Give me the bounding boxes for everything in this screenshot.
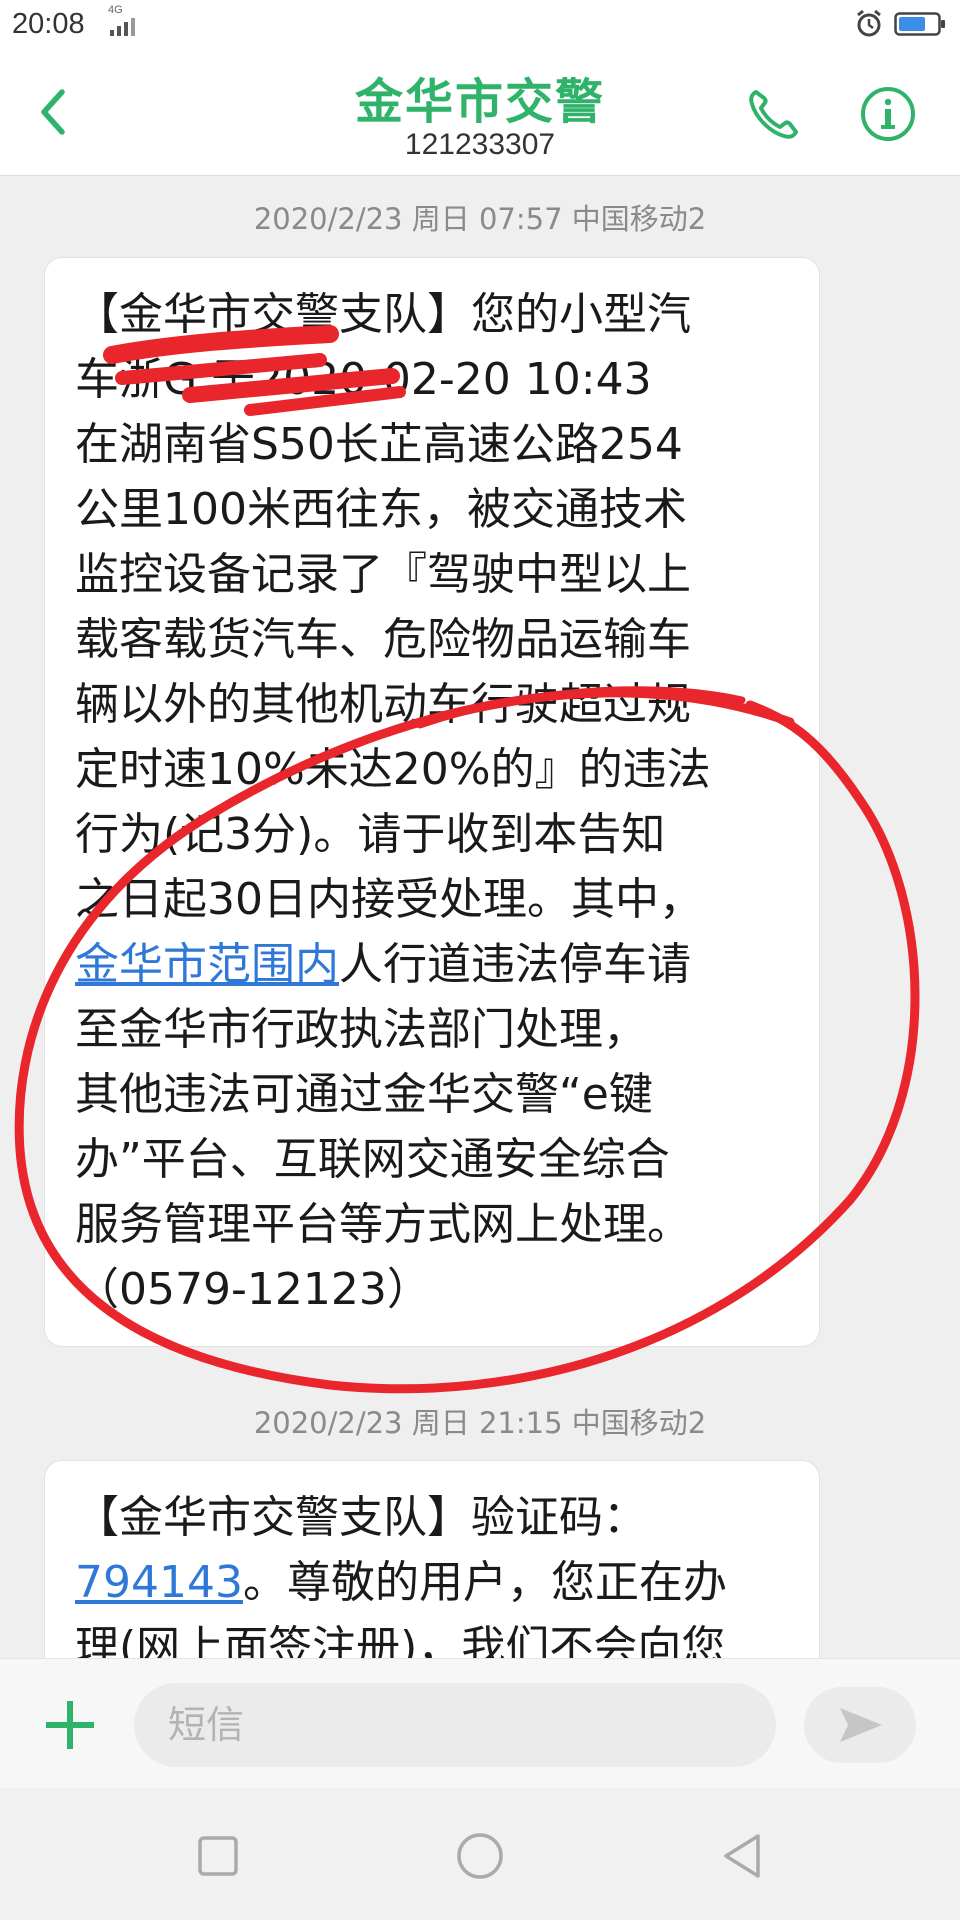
message-line: 办”平台、互联网交通安全综合 bbox=[75, 1134, 670, 1185]
send-icon bbox=[840, 1708, 882, 1742]
recent-apps-icon[interactable] bbox=[190, 1828, 246, 1884]
compose-bar bbox=[0, 1658, 960, 1788]
status-bar: 20:08 4G bbox=[0, 0, 960, 48]
message-text: 人行道违法停车请 bbox=[339, 939, 691, 990]
system-nav-bar bbox=[0, 1788, 960, 1920]
message-timestamp: 2020/2/23 周日 07:57 中国移动2 bbox=[253, 202, 707, 236]
message-line: 金华市范围内人行道违法停车请 bbox=[75, 932, 789, 997]
status-time: 20:08 bbox=[12, 8, 85, 40]
plus-icon[interactable] bbox=[40, 1695, 100, 1755]
message-line: 其他违法可通过金华交警“e键 bbox=[75, 1069, 653, 1120]
home-icon[interactable] bbox=[452, 1828, 508, 1884]
message-line: 公里100米西往东，被交通技术 bbox=[75, 484, 687, 535]
contact-name: 金华市交警 bbox=[354, 74, 605, 130]
sms-input[interactable] bbox=[134, 1683, 776, 1767]
message-line: 行为(记3分)。请于收到本告知 bbox=[75, 809, 666, 860]
message-line: 794143。尊敬的用户，您正在办 bbox=[75, 1550, 789, 1615]
message-line: 之日起30日内接受处理。其中， bbox=[75, 874, 703, 925]
message-timestamp: 2020/2/23 周日 21:15 中国移动2 bbox=[253, 1406, 707, 1440]
back-triangle-icon[interactable] bbox=[716, 1828, 772, 1884]
alarm-icon bbox=[857, 9, 881, 37]
message-line: 至金华市行政执法部门处理， bbox=[75, 1004, 647, 1055]
conversation-header: 金华市交警 121233307 bbox=[0, 48, 960, 176]
message-line: （0579-12123） bbox=[75, 1264, 431, 1315]
signal-icon bbox=[110, 18, 135, 36]
message-bubble[interactable]: 【金华市交警支队】您的小型汽 车浙G 于2020-02-20 10:43 在湖南… bbox=[44, 257, 820, 1347]
message-line: 载客载货汽车、危险物品运输车 bbox=[75, 614, 691, 665]
message-line: 【金华市交警支队】您的小型汽 bbox=[75, 289, 691, 340]
phone-icon[interactable] bbox=[742, 84, 804, 146]
message-text: 。尊敬的用户，您正在办 bbox=[242, 1557, 727, 1608]
message-line: 服务管理平台等方式网上处理。 bbox=[75, 1199, 691, 1250]
message-line: 监控设备记录了『驾驶中型以上 bbox=[75, 549, 691, 600]
message-line: 在湖南省S50长芷高速公路254 bbox=[75, 419, 683, 470]
message-line: 车浙G 于2020-02-20 10:43 bbox=[75, 354, 652, 405]
message-line: 定时速10%未达20%的』的违法 bbox=[75, 744, 711, 795]
message-line: 辆以外的其他机动车行驶超过规 bbox=[75, 679, 691, 730]
send-button[interactable] bbox=[804, 1687, 916, 1763]
message-line: 【金华市交警支队】验证码： bbox=[75, 1492, 647, 1543]
battery-icon bbox=[894, 12, 945, 36]
verification-code-link[interactable]: 794143 bbox=[75, 1557, 243, 1608]
network-type: 4G bbox=[108, 4, 123, 16]
contact-number: 121233307 bbox=[404, 128, 556, 161]
location-link[interactable]: 金华市范围内 bbox=[75, 939, 339, 990]
info-icon[interactable] bbox=[858, 84, 918, 144]
